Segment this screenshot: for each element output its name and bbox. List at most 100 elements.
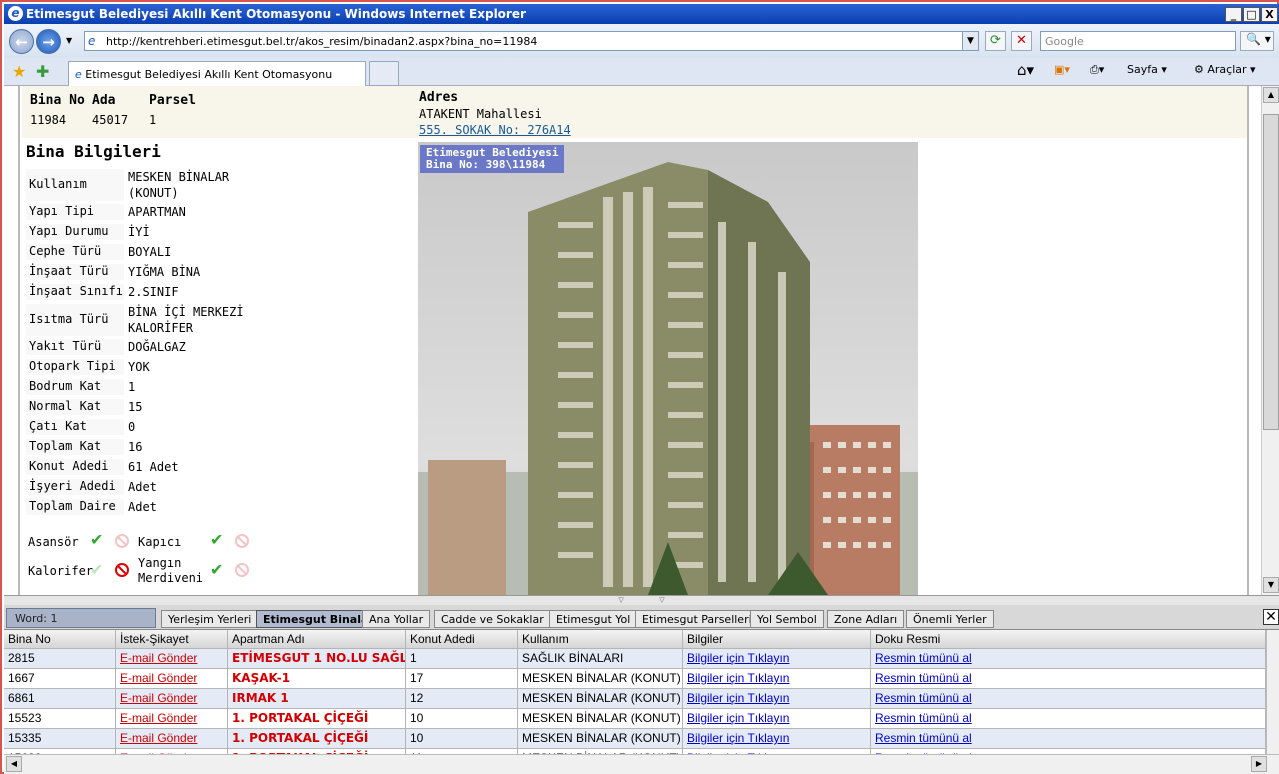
panel-splitter[interactable]: ▽ ▽ <box>4 595 1279 605</box>
property-key: Çatı Kat <box>26 419 124 435</box>
tab-active[interactable]: e Etimesgut Belediyesi Akıllı Kent Otoma… <box>68 61 366 86</box>
column-header[interactable]: İstek-Şikayet <box>116 630 228 648</box>
email-link[interactable]: E-mail Gönder <box>120 711 197 725</box>
close-button[interactable]: X <box>1261 7 1278 22</box>
scroll-down-icon[interactable]: ▼ <box>1263 577 1279 593</box>
page-content: Bina No Ada Parsel 11984 45017 1 Adres A… <box>4 86 1262 595</box>
layer-tab[interactable]: Etimesgut Parselleri <box>635 610 759 628</box>
kalorifer-no-icon <box>115 563 129 577</box>
table-cell: 10 <box>406 709 518 728</box>
property-value: YIĞMA BİNA <box>128 265 201 279</box>
parsel-value: 1 <box>149 113 157 127</box>
address-bar[interactable]: e http://kentrehberi.etimesgut.bel.tr/ak… <box>84 31 979 51</box>
parsel-label: Parsel <box>149 93 196 108</box>
email-link[interactable]: E-mail Gönder <box>120 671 197 685</box>
column-header[interactable]: Kullanım <box>518 630 683 648</box>
column-header[interactable]: Apartman Adı <box>228 630 406 648</box>
back-button[interactable]: ← <box>9 29 34 54</box>
layer-tab[interactable]: Yol Sembol <box>750 610 824 628</box>
image-link[interactable]: Resmin tümünü al <box>875 691 972 705</box>
scroll-right-icon[interactable]: ▶ <box>1251 756 1267 772</box>
column-header[interactable]: Bina No <box>4 630 116 648</box>
table-cell: Resmin tümünü al <box>871 689 1266 708</box>
property-value: 1 <box>128 380 136 394</box>
email-link[interactable]: E-mail Gönder <box>120 691 197 705</box>
image-link[interactable]: Resmin tümünü al <box>875 651 972 665</box>
minimize-button[interactable]: _ <box>1225 7 1242 22</box>
image-link[interactable]: Resmin tümünü al <box>875 671 972 685</box>
search-button[interactable]: 🔍 ▾ <box>1240 31 1274 51</box>
grid-scrollbar[interactable] <box>1266 630 1279 754</box>
maximize-button[interactable]: □ <box>1243 7 1260 22</box>
table-cell: IRMAK 1 <box>228 689 406 708</box>
table-cell: Resmin tümünü al <box>871 709 1266 728</box>
image-link[interactable]: Resmin tümünü al <box>875 731 972 745</box>
column-header[interactable]: Konut Adedi <box>406 630 518 648</box>
table-cell: 15335 <box>8 731 42 745</box>
layer-tab[interactable]: Önemli Yerler <box>906 610 994 628</box>
email-link[interactable]: E-mail Gönder <box>120 731 197 745</box>
photo-watermark-label: Etimesgut Belediyesi Bina No: 398\11984 <box>420 145 565 173</box>
property-value: 15 <box>128 400 143 414</box>
layer-tab[interactable]: Cadde ve Sokaklar <box>434 610 551 628</box>
property-row: Toplam Daire Adet <box>26 499 262 515</box>
property-row: Yapı Durumu İYİ <box>26 224 262 240</box>
property-value: 0 <box>128 420 136 434</box>
table-cell: E-mail Gönder <box>116 689 228 708</box>
scroll-up-icon[interactable]: ▲ <box>1263 87 1279 103</box>
table-cell: 6861 <box>4 689 116 708</box>
kapici-yes-check-icon: ✔ <box>210 530 224 549</box>
refresh-button[interactable]: ⟳ <box>985 31 1006 51</box>
table-cell: Resmin tümünü al <box>871 649 1266 668</box>
forward-button[interactable]: → <box>36 29 61 54</box>
stop-button[interactable]: ✕ <box>1011 31 1032 51</box>
property-value: 16 <box>128 440 143 454</box>
scroll-left-icon[interactable]: ◀ <box>6 756 22 772</box>
ada-label: Ada <box>92 93 116 108</box>
table-cell: MESKEN BİNALAR (KONUT) <box>522 731 681 745</box>
email-link[interactable]: E-mail Gönder <box>120 651 197 665</box>
address-dropdown-icon[interactable]: ▼ <box>962 32 978 50</box>
property-row: İnşaat Sınıfı 2.SINIF <box>26 284 262 300</box>
panel-close-button[interactable]: ✕ <box>1263 609 1279 625</box>
image-link[interactable]: Resmin tümünü al <box>875 711 972 725</box>
feeds-icon[interactable]: ▣▾ <box>1054 63 1070 76</box>
info-link[interactable]: Bilgiler için Tıklayın <box>687 671 789 685</box>
layer-tab[interactable]: Etimesgut Yol <box>549 610 638 628</box>
layer-tab[interactable]: Yerleşim Yerleri <box>161 610 259 628</box>
tools-menu[interactable]: ⚙ Araçlar ▾ <box>1194 63 1256 76</box>
property-key: İnşaat Sınıfı <box>26 284 124 300</box>
search-input[interactable]: Google <box>1040 31 1236 51</box>
column-header[interactable]: Doku Resmi <box>871 630 1266 648</box>
scrollbar-thumb[interactable] <box>1263 114 1279 430</box>
info-link[interactable]: Bilgiler için Tıklayın <box>687 691 789 705</box>
page-menu[interactable]: Sayfa ▾ <box>1127 63 1167 76</box>
layer-tab[interactable]: Ana Yollar <box>362 610 431 628</box>
bina-bilgileri-title: Bina Bilgileri <box>26 142 161 161</box>
table-cell: Bilgiler için Tıklayın <box>683 689 871 708</box>
sokak-link[interactable]: 555. SOKAK No: 276A14 <box>419 123 571 137</box>
horizontal-scrollbar[interactable]: ◀ ▶ <box>4 754 1279 774</box>
layer-tab[interactable]: Zone Adları <box>827 610 905 628</box>
table-cell: ETİMESGUT 1 NO.LU SAĞLIK <box>228 649 406 668</box>
add-favorite-icon[interactable]: ✚ <box>36 62 49 81</box>
home-icon[interactable]: ⌂▾ <box>1017 61 1034 79</box>
info-link[interactable]: Bilgiler için Tıklayın <box>687 651 789 665</box>
new-tab-button[interactable] <box>369 61 399 86</box>
page-scrollbar[interactable]: ▲ ▼ <box>1261 86 1279 595</box>
content-frame: Bina No Ada Parsel 11984 45017 1 Adres A… <box>18 86 1249 595</box>
table-cell: 1667 <box>4 669 116 688</box>
info-link[interactable]: Bilgiler için Tıklayın <box>687 711 789 725</box>
history-dropdown-icon[interactable]: ▼ <box>66 36 72 45</box>
print-icon[interactable]: ⎙▾ <box>1090 63 1104 77</box>
info-link[interactable]: Bilgiler için Tıklayın <box>687 731 789 745</box>
property-key: Toplam Kat <box>26 439 124 455</box>
word-counter: Word: 1 <box>6 608 156 628</box>
property-key: Bodrum Kat <box>26 379 124 395</box>
column-header[interactable]: Bilgiler <box>683 630 871 648</box>
table-row: 1667 E-mail Gönder KAŞAK-1 17 MESKEN BİNALAR… <box>4 669 1266 689</box>
table-cell: Resmin tümünü al <box>871 669 1266 688</box>
property-key: Kullanım <box>26 169 124 201</box>
table-cell: 1 <box>410 651 417 665</box>
favorites-star-icon[interactable]: ★ <box>12 62 26 81</box>
